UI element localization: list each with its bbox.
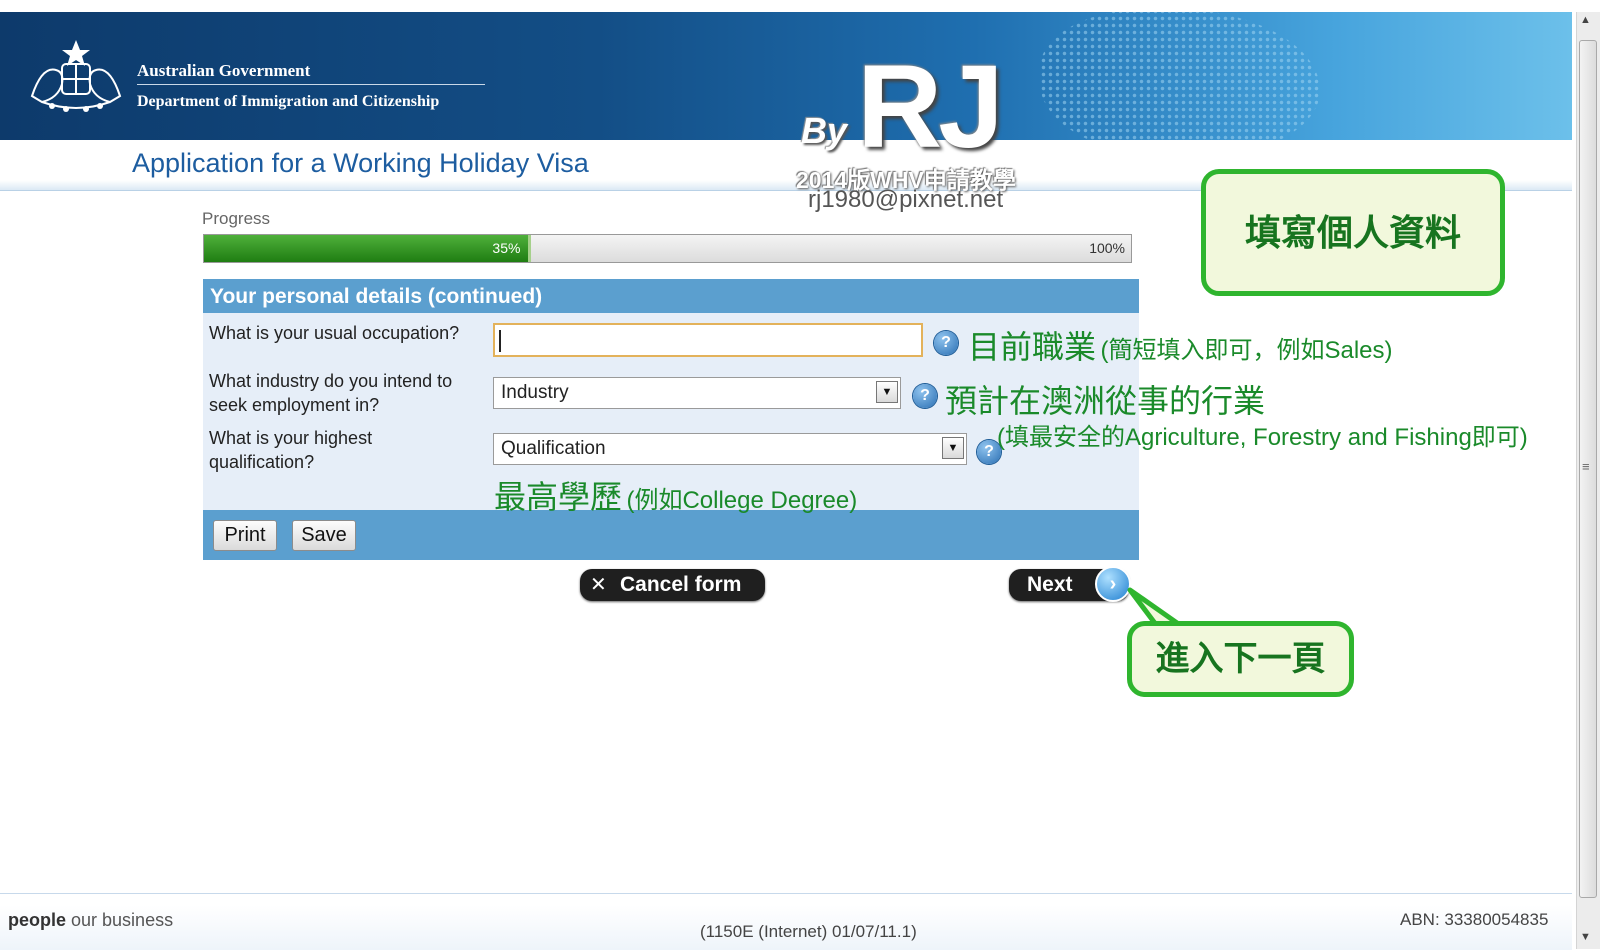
qualification-selected-value: Qualification xyxy=(501,438,606,459)
help-icon[interactable]: ? xyxy=(913,384,937,408)
progress-max: 100% xyxy=(1089,240,1125,256)
tagline-bold: people xyxy=(8,910,67,930)
scroll-thumb[interactable]: ≡ xyxy=(1579,40,1597,898)
progress-current: 35% xyxy=(492,240,521,256)
occupation-question: What is your usual occupation? xyxy=(209,323,460,343)
industry-question-line2: seek employment in? xyxy=(209,395,380,415)
close-icon: ✕ xyxy=(590,574,607,596)
save-button[interactable]: Save xyxy=(292,520,356,551)
occupation-annotation-main: 目前職業 xyxy=(968,329,1097,365)
scroll-down-icon[interactable]: ▼ xyxy=(1580,931,1591,943)
cancel-form-button[interactable]: ✕ Cancel form xyxy=(580,569,765,601)
print-button[interactable]: Print xyxy=(213,520,277,551)
dropdown-arrow-icon: ▼ xyxy=(876,381,898,403)
qualification-question-line2: qualification? xyxy=(209,452,315,472)
tagline-rest: our business xyxy=(66,910,174,930)
help-icon[interactable]: ? xyxy=(934,331,958,355)
grip-icon: ≡ xyxy=(1582,459,1590,474)
industry-question-line1: What industry do you intend to xyxy=(209,371,453,391)
header-divider xyxy=(137,84,485,85)
qualification-question: What is your highest qualification? xyxy=(209,426,372,474)
next-button[interactable]: Next › xyxy=(1009,566,1131,602)
watermark-by: By xyxy=(801,110,848,151)
page-title: Application for a Working Holiday Visa xyxy=(132,148,589,178)
watermark-email: rj1980@pixnet.net xyxy=(808,186,1004,213)
top-bar xyxy=(0,0,1572,12)
map-graphic xyxy=(1040,12,1320,140)
scroll-up-icon[interactable]: ▲ xyxy=(1580,14,1591,26)
occupation-input[interactable] xyxy=(493,323,923,357)
footer-version: (1150E (Internet) 01/07/11.1) xyxy=(700,922,917,941)
progress-fill: 35% xyxy=(204,235,532,262)
occupation-annotation-note: (簡短填入即可，例如Sales) xyxy=(1100,337,1393,364)
qualification-question-line1: What is your highest xyxy=(209,428,373,448)
coat-of-arms-icon xyxy=(22,36,130,116)
text-cursor xyxy=(499,330,501,352)
industry-annotation-note: (填最安全的Agriculture, Forestry and Fishing即… xyxy=(997,424,1528,451)
industry-question: What industry do you intend to seek empl… xyxy=(209,369,452,417)
qualification-annotation-main: 最高學歷 xyxy=(494,479,623,515)
progress-label: Progress xyxy=(202,209,271,228)
industry-select[interactable]: Industry ▼ xyxy=(493,377,901,409)
callout-next-page: 進入下一頁 xyxy=(1127,621,1354,697)
qualification-annotation: 最高學歷 (例如College Degree) xyxy=(494,472,857,518)
cancel-form-label: Cancel form xyxy=(620,573,742,596)
panel-header: Your personal details (continued) xyxy=(203,279,1139,313)
qualification-annotation-note: (例如College Degree) xyxy=(626,487,858,514)
footer-tagline: people our business xyxy=(8,910,173,931)
industry-annotation-main: 預計在澳洲從事的行業 xyxy=(945,383,1266,419)
department-name: Department of Immigration and Citizenshi… xyxy=(137,93,440,110)
occupation-annotation: 目前職業 (簡短填入即可，例如Sales) xyxy=(968,322,1393,368)
industry-selected-value: Industry xyxy=(501,382,569,403)
callout-personal-details: 填寫個人資料 xyxy=(1201,169,1505,296)
next-label: Next xyxy=(1027,573,1073,596)
section-title: Your personal details (continued) xyxy=(210,285,543,308)
government-name: Australian Government xyxy=(137,61,311,80)
dropdown-arrow-icon: ▼ xyxy=(942,437,964,459)
qualification-select[interactable]: Qualification ▼ xyxy=(493,433,967,465)
progress-bar: 35% 100% xyxy=(203,234,1132,263)
footer-abn: ABN: 33380054835 xyxy=(1400,910,1549,929)
watermark-logo: RJ xyxy=(857,41,1004,173)
